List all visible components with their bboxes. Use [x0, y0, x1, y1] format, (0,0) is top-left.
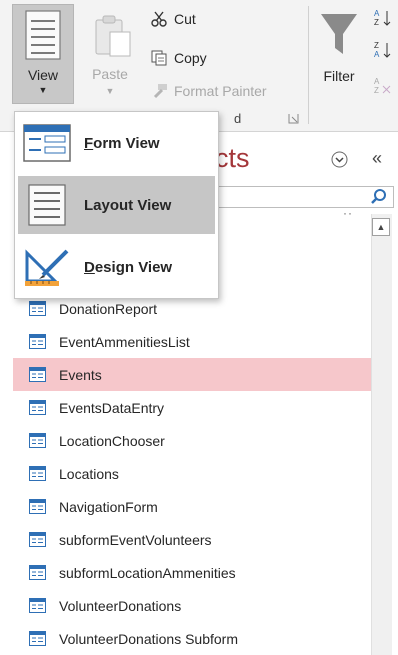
view-button[interactable]: View ▼	[12, 4, 74, 104]
list-item-label: VolunteerDonations Subform	[59, 630, 238, 647]
list-item[interactable]: EventAmmenitiesList	[13, 325, 371, 358]
shutter-bar-close-icon[interactable]: «	[372, 148, 382, 169]
list-item[interactable]: EventsDataEntry	[13, 391, 371, 424]
design-view-icon	[22, 247, 72, 287]
remove-sort-icon[interactable]: A Z	[372, 76, 392, 96]
form-icon	[29, 334, 46, 349]
svg-text:Z: Z	[374, 18, 379, 27]
clipboard-group-label: d	[234, 111, 242, 126]
filter-icon	[321, 14, 357, 54]
format-painter-button[interactable]: Format Painter	[150, 80, 267, 102]
list-item-label: VolunteerDonations	[59, 597, 182, 614]
search-icon[interactable]	[370, 188, 388, 206]
list-item-label: DonationReport	[59, 300, 158, 317]
view-dropdown-menu: Form View Layout View Design View	[14, 111, 219, 299]
design-view-menu-item[interactable]: Design View	[18, 238, 215, 296]
cut-label: Cut	[174, 11, 196, 27]
svg-text:A: A	[374, 77, 380, 86]
form-icon	[29, 367, 46, 382]
layout-view-menu-item[interactable]: Layout View	[18, 176, 215, 234]
paste-chevron-icon: ▼	[105, 86, 115, 96]
list-item-label: Events	[59, 366, 102, 383]
list-item[interactable]: subformEventVolunteers	[13, 523, 371, 556]
paste-icon	[95, 15, 131, 57]
resize-grip: ··	[343, 206, 353, 220]
nav-menu-chevron-icon[interactable]	[331, 151, 348, 168]
paste-button-label: Paste	[92, 66, 128, 82]
list-item[interactable]: subformLocationAmmenities	[13, 556, 371, 589]
form-icon	[29, 499, 46, 514]
chevron-down-icon: ▼	[38, 85, 48, 95]
forms-list: DonationReport EventAmmenitiesList Event…	[13, 292, 371, 655]
svg-text:Z: Z	[374, 41, 379, 50]
layout-view-icon	[22, 184, 72, 226]
scissors-icon	[150, 10, 168, 28]
list-item[interactable]: LocationChooser	[13, 424, 371, 457]
list-item-label: EventsDataEntry	[59, 399, 165, 416]
form-icon	[29, 433, 46, 448]
list-item[interactable]: VolunteerDonations	[13, 589, 371, 622]
form-icon	[29, 565, 46, 580]
scrollbar[interactable]	[371, 214, 392, 655]
list-item-label: EventAmmenitiesList	[59, 333, 190, 350]
filter-label: Filter	[323, 68, 355, 84]
svg-text:Z: Z	[374, 86, 379, 95]
form-view-label: Form View	[84, 134, 160, 152]
form-view-icon	[22, 123, 72, 163]
filter-button[interactable]: Filter	[314, 4, 364, 104]
form-icon	[29, 466, 46, 481]
copy-label: Copy	[174, 50, 207, 66]
list-item-label: subformLocationAmmenities	[59, 564, 236, 581]
view-button-label: View	[27, 67, 59, 83]
list-item-label: NavigationForm	[59, 498, 158, 515]
list-item[interactable]: NavigationForm	[13, 490, 371, 523]
sort-ascending-icon[interactable]: A Z	[372, 8, 392, 28]
list-item-label: Locations	[59, 465, 119, 482]
format-painter-icon	[150, 82, 168, 100]
scroll-up-icon[interactable]: ▲	[372, 218, 390, 236]
list-item-label: LocationChooser	[59, 432, 165, 449]
list-item[interactable]: Locations	[13, 457, 371, 490]
format-painter-label: Format Painter	[174, 83, 267, 99]
form-icon	[29, 532, 46, 547]
paste-button[interactable]: Paste ▼	[84, 6, 136, 104]
ribbon-separator	[308, 6, 309, 124]
sort-descending-icon[interactable]: Z A	[372, 40, 392, 60]
form-icon	[29, 598, 46, 613]
copy-icon	[150, 49, 168, 67]
form-view-menu-item[interactable]: Form View	[18, 114, 215, 172]
list-item[interactable]: VolunteerDonations Subform	[13, 622, 371, 655]
list-item-selected[interactable]: Events	[13, 358, 371, 391]
svg-text:A: A	[374, 9, 380, 18]
list-item-label: subformEventVolunteers	[59, 531, 212, 548]
svg-text:A: A	[374, 50, 380, 59]
copy-button[interactable]: Copy	[150, 47, 207, 69]
cut-button[interactable]: Cut	[150, 8, 196, 30]
form-icon	[29, 400, 46, 415]
layout-view-label: Layout View	[84, 196, 172, 214]
dialog-launcher-icon[interactable]	[288, 113, 299, 124]
design-view-label: Design View	[84, 258, 173, 276]
form-icon	[29, 631, 46, 646]
view-icon	[25, 10, 61, 60]
form-icon	[29, 301, 46, 316]
